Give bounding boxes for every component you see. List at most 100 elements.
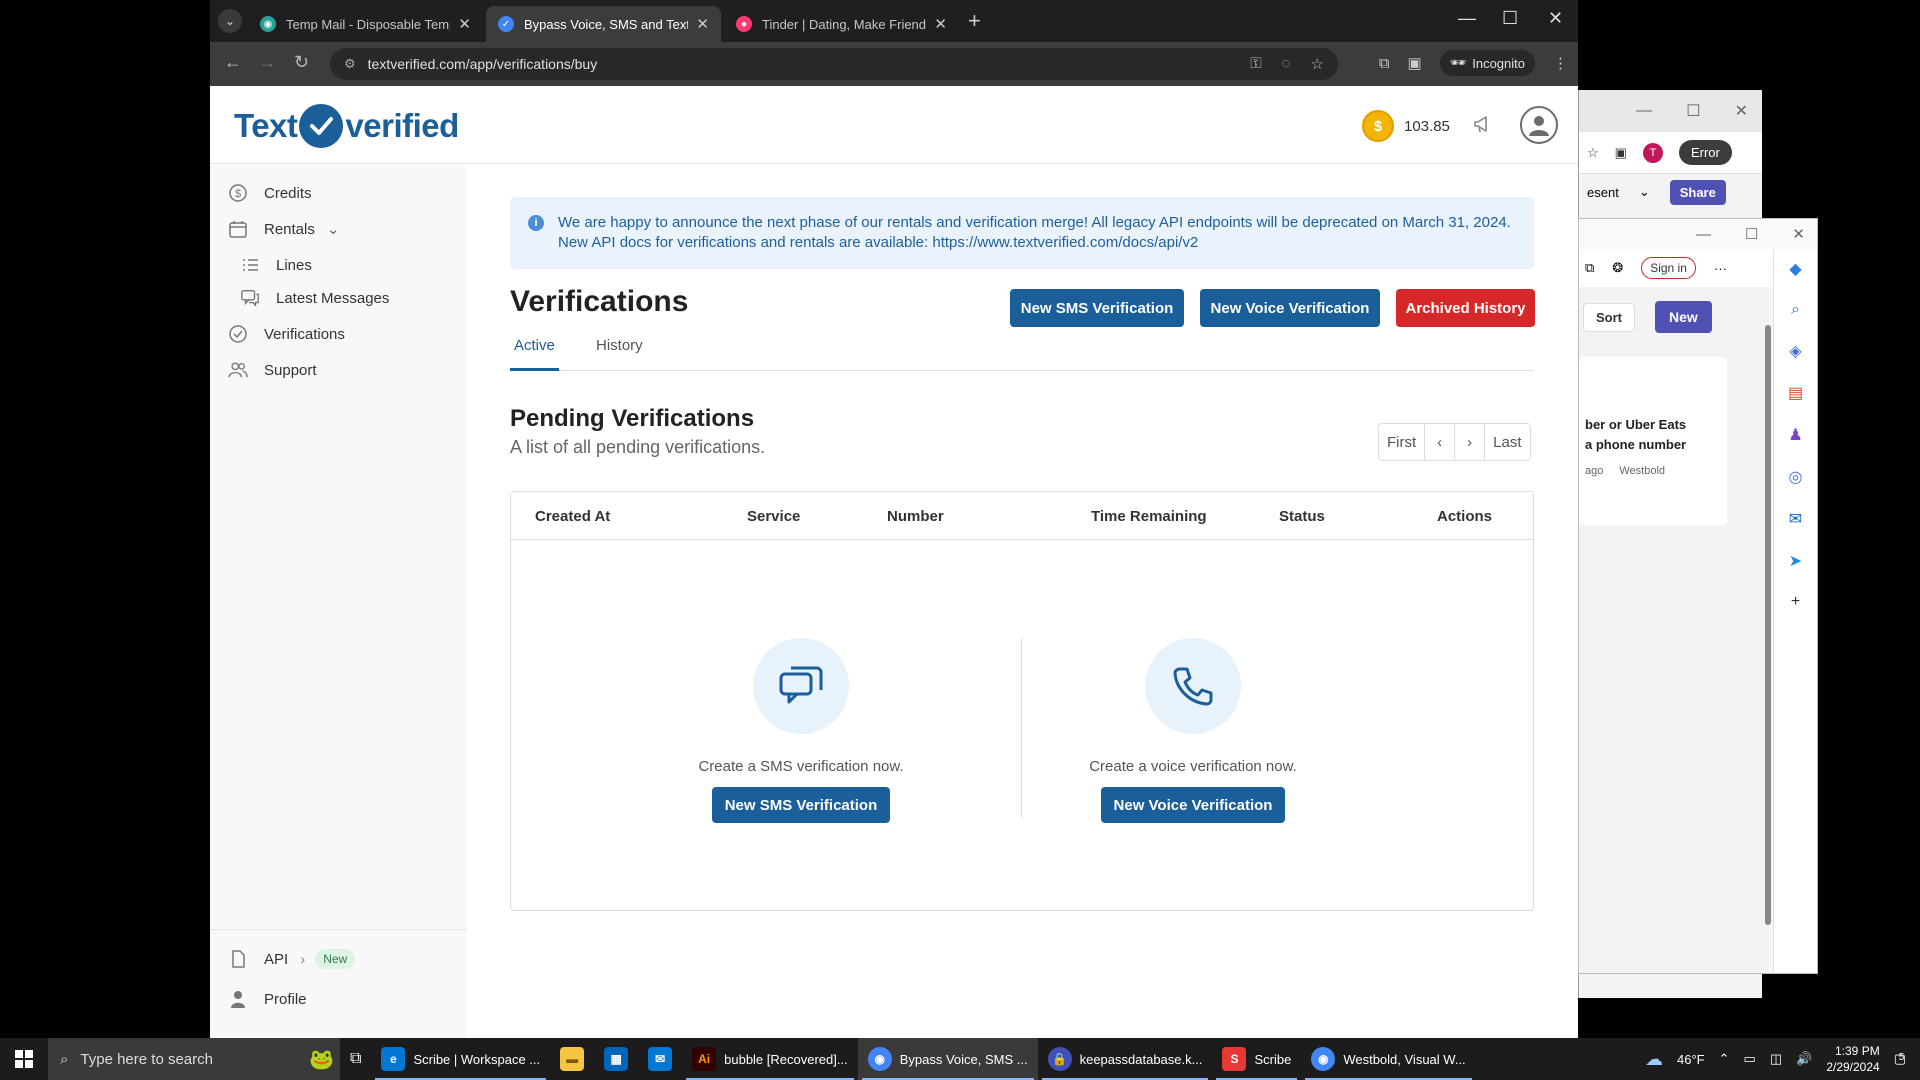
content-card[interactable]: ber or Uber Eats a phone number ago West… — [1579, 357, 1727, 525]
user-avatar-icon[interactable] — [1520, 106, 1558, 144]
empty-new-voice-button[interactable]: New Voice Verification — [1100, 787, 1286, 823]
balance-display[interactable]: $ 103.85 — [1362, 110, 1450, 142]
forward-icon[interactable]: → — [258, 52, 276, 73]
address-bar[interactable]: ⚙ textverified.com/app/verifications/buy… — [330, 48, 1338, 80]
pager-last-button[interactable]: Last — [1485, 424, 1529, 460]
meet-now-icon[interactable]: ▭ — [1744, 1051, 1756, 1067]
sidebar-item-rentals[interactable]: Rentals ⌄ — [228, 219, 339, 239]
column-header-actions[interactable]: Actions — [1437, 508, 1492, 525]
column-header-time-remaining[interactable]: Time Remaining — [1091, 508, 1207, 525]
close-icon[interactable]: ✕ — [696, 15, 709, 33]
scrollbar[interactable] — [1763, 315, 1773, 955]
tab-tinder[interactable]: ● Tinder | Dating, Make Friends & ✕ — [724, 6, 959, 42]
menu-kebab-icon[interactable]: ⋮ — [1553, 54, 1568, 72]
error-chip[interactable]: Error — [1678, 140, 1732, 165]
outlook-icon[interactable]: ✉ — [1789, 509, 1802, 529]
megaphone-icon[interactable] — [1472, 113, 1494, 135]
column-header-number[interactable]: Number — [887, 508, 944, 525]
tab-active[interactable]: Active — [510, 337, 559, 371]
chevron-down-icon[interactable]: ⌄ — [327, 220, 340, 238]
column-header-status[interactable]: Status — [1279, 508, 1325, 525]
new-tab-icon[interactable]: + — [968, 8, 981, 34]
windows-start-icon[interactable] — [0, 1038, 48, 1080]
taskbar-app-chrome-textverified[interactable]: ◉ Bypass Voice, SMS ... — [857, 1038, 1038, 1080]
minimize-icon[interactable]: — — [1636, 102, 1652, 120]
notifications-icon[interactable]: ▢ 5 — [1894, 1051, 1906, 1067]
sidebar-item-api[interactable]: API › New — [228, 949, 356, 969]
taskbar-app-chrome-westbold[interactable]: ◉ Westbold, Visual W... — [1301, 1038, 1475, 1080]
share-button[interactable]: Share — [1669, 179, 1726, 205]
more-icon[interactable]: ··· — [1714, 261, 1727, 276]
add-icon[interactable]: + — [1791, 593, 1800, 611]
taskbar-app-scribe[interactable]: S Scribe — [1212, 1038, 1301, 1080]
pager-next-icon[interactable]: › — [1455, 424, 1486, 460]
back-icon[interactable]: ← — [224, 52, 242, 73]
sign-in-button[interactable]: Sign in — [1641, 257, 1696, 279]
column-header-created-at[interactable]: Created At — [535, 508, 610, 525]
sort-button[interactable]: Sort — [1583, 302, 1635, 332]
minimize-icon[interactable]: — — [1696, 226, 1711, 243]
extensions-icon[interactable]: ⧉ — [1379, 55, 1390, 72]
clock[interactable]: 1:39 PM 2/29/2024 — [1826, 1043, 1879, 1075]
background-edge-window[interactable]: — ☐ ✕ ⧉ ❂ Sign in ··· Sort New ber or Ub… — [1578, 218, 1818, 974]
taskbar-store[interactable]: ▦ — [594, 1038, 638, 1080]
new-sms-verification-button[interactable]: New SMS Verification — [1010, 289, 1184, 327]
taskbar-app-scribe-workspace[interactable]: e Scribe | Workspace ... — [371, 1038, 550, 1080]
close-icon[interactable]: ✕ — [1548, 8, 1563, 29]
volume-icon[interactable]: 🔊 — [1796, 1051, 1812, 1067]
close-icon[interactable]: ✕ — [934, 15, 947, 33]
taskbar-mail[interactable]: ✉ — [638, 1038, 682, 1080]
weather-temp[interactable]: 46°F — [1677, 1052, 1705, 1067]
tab-temp-mail[interactable]: ◉ Temp Mail - Disposable Tempor ✕ — [248, 6, 483, 42]
sidebar-item-profile[interactable]: Profile — [228, 989, 307, 1009]
taskbar-app-illustrator[interactable]: Ai bubble [Recovered]... — [682, 1038, 858, 1080]
new-button[interactable]: New — [1655, 301, 1712, 333]
maximize-icon[interactable]: ☐ — [1502, 8, 1518, 29]
games-icon[interactable]: ♟ — [1788, 425, 1802, 445]
extensions-icon[interactable]: ❂ — [1612, 260, 1623, 276]
tab-history[interactable]: History — [596, 337, 643, 368]
sidepanel-icon[interactable]: ▣ — [1408, 54, 1422, 72]
scrollbar-thumb[interactable] — [1765, 325, 1771, 925]
task-view-icon[interactable]: ⧉ — [340, 1038, 371, 1080]
pager-first-button[interactable]: First — [1379, 424, 1426, 460]
sidebar-item-lines[interactable]: Lines — [240, 255, 312, 275]
close-icon[interactable]: ✕ — [1792, 225, 1805, 243]
star-icon[interactable]: ☆ — [1587, 145, 1599, 161]
site-info-icon[interactable]: ⚙ — [344, 56, 356, 72]
maximize-icon[interactable]: ☐ — [1686, 101, 1700, 121]
api-docs-link[interactable]: https://www.textverified.com/docs/api/v2 — [932, 234, 1198, 251]
weather-cloud-icon[interactable]: ☁ — [1645, 1049, 1663, 1070]
chevron-up-icon[interactable]: ⌃ — [1719, 1051, 1730, 1067]
tab-textverified[interactable]: ✓ Bypass Voice, SMS and Text Ver ✕ — [486, 6, 721, 42]
taskbar-app-keepass[interactable]: 🔒 keepassdatabase.k... — [1038, 1038, 1213, 1080]
profile-avatar[interactable]: T — [1642, 142, 1663, 163]
reload-icon[interactable]: ↻ — [294, 52, 309, 73]
column-header-service[interactable]: Service — [747, 508, 800, 525]
sidebar-item-latest-messages[interactable]: Latest Messages — [240, 288, 389, 308]
empty-new-sms-button[interactable]: New SMS Verification — [711, 787, 891, 823]
chrome-window[interactable]: ⌄ ◉ Temp Mail - Disposable Tempor ✕ ✓ By… — [210, 0, 1578, 1038]
close-icon[interactable]: ✕ — [458, 15, 471, 33]
shopping-icon[interactable]: ◈ — [1789, 341, 1801, 361]
password-key-icon[interactable]: ⚿ — [1250, 55, 1261, 73]
chevron-down-icon[interactable]: ⌄ — [1639, 184, 1650, 200]
tab-search-icon[interactable]: ⌄ — [218, 9, 242, 33]
send-icon[interactable]: ➤ — [1789, 551, 1802, 571]
archived-history-button[interactable]: Archived History — [1396, 289, 1535, 327]
sidebar-item-credits[interactable]: $ Credits — [228, 183, 312, 203]
incognito-indicator[interactable]: 🕶 Incognito — [1439, 50, 1535, 76]
new-voice-verification-button[interactable]: New Voice Verification — [1200, 289, 1380, 327]
office-icon[interactable]: ◎ — [1789, 467, 1803, 487]
textverified-logo[interactable]: Text verified — [234, 104, 459, 148]
sidepanel-icon[interactable]: ▣ — [1615, 145, 1627, 161]
eye-off-icon[interactable]: ◌ — [1282, 55, 1291, 73]
sidebar-item-support[interactable]: Support — [228, 360, 317, 380]
taskbar-file-explorer[interactable]: ▬ — [550, 1038, 594, 1080]
copilot-icon[interactable]: ◆ — [1789, 259, 1801, 279]
present-label[interactable]: esent — [1587, 185, 1619, 200]
taskbar-search[interactable]: ⌕ Type here to search 🐸 — [48, 1038, 340, 1080]
sidebar-item-verifications[interactable]: Verifications — [228, 324, 345, 344]
maximize-icon[interactable]: ☐ — [1745, 225, 1758, 243]
bookmark-star-icon[interactable]: ☆ — [1311, 55, 1324, 73]
